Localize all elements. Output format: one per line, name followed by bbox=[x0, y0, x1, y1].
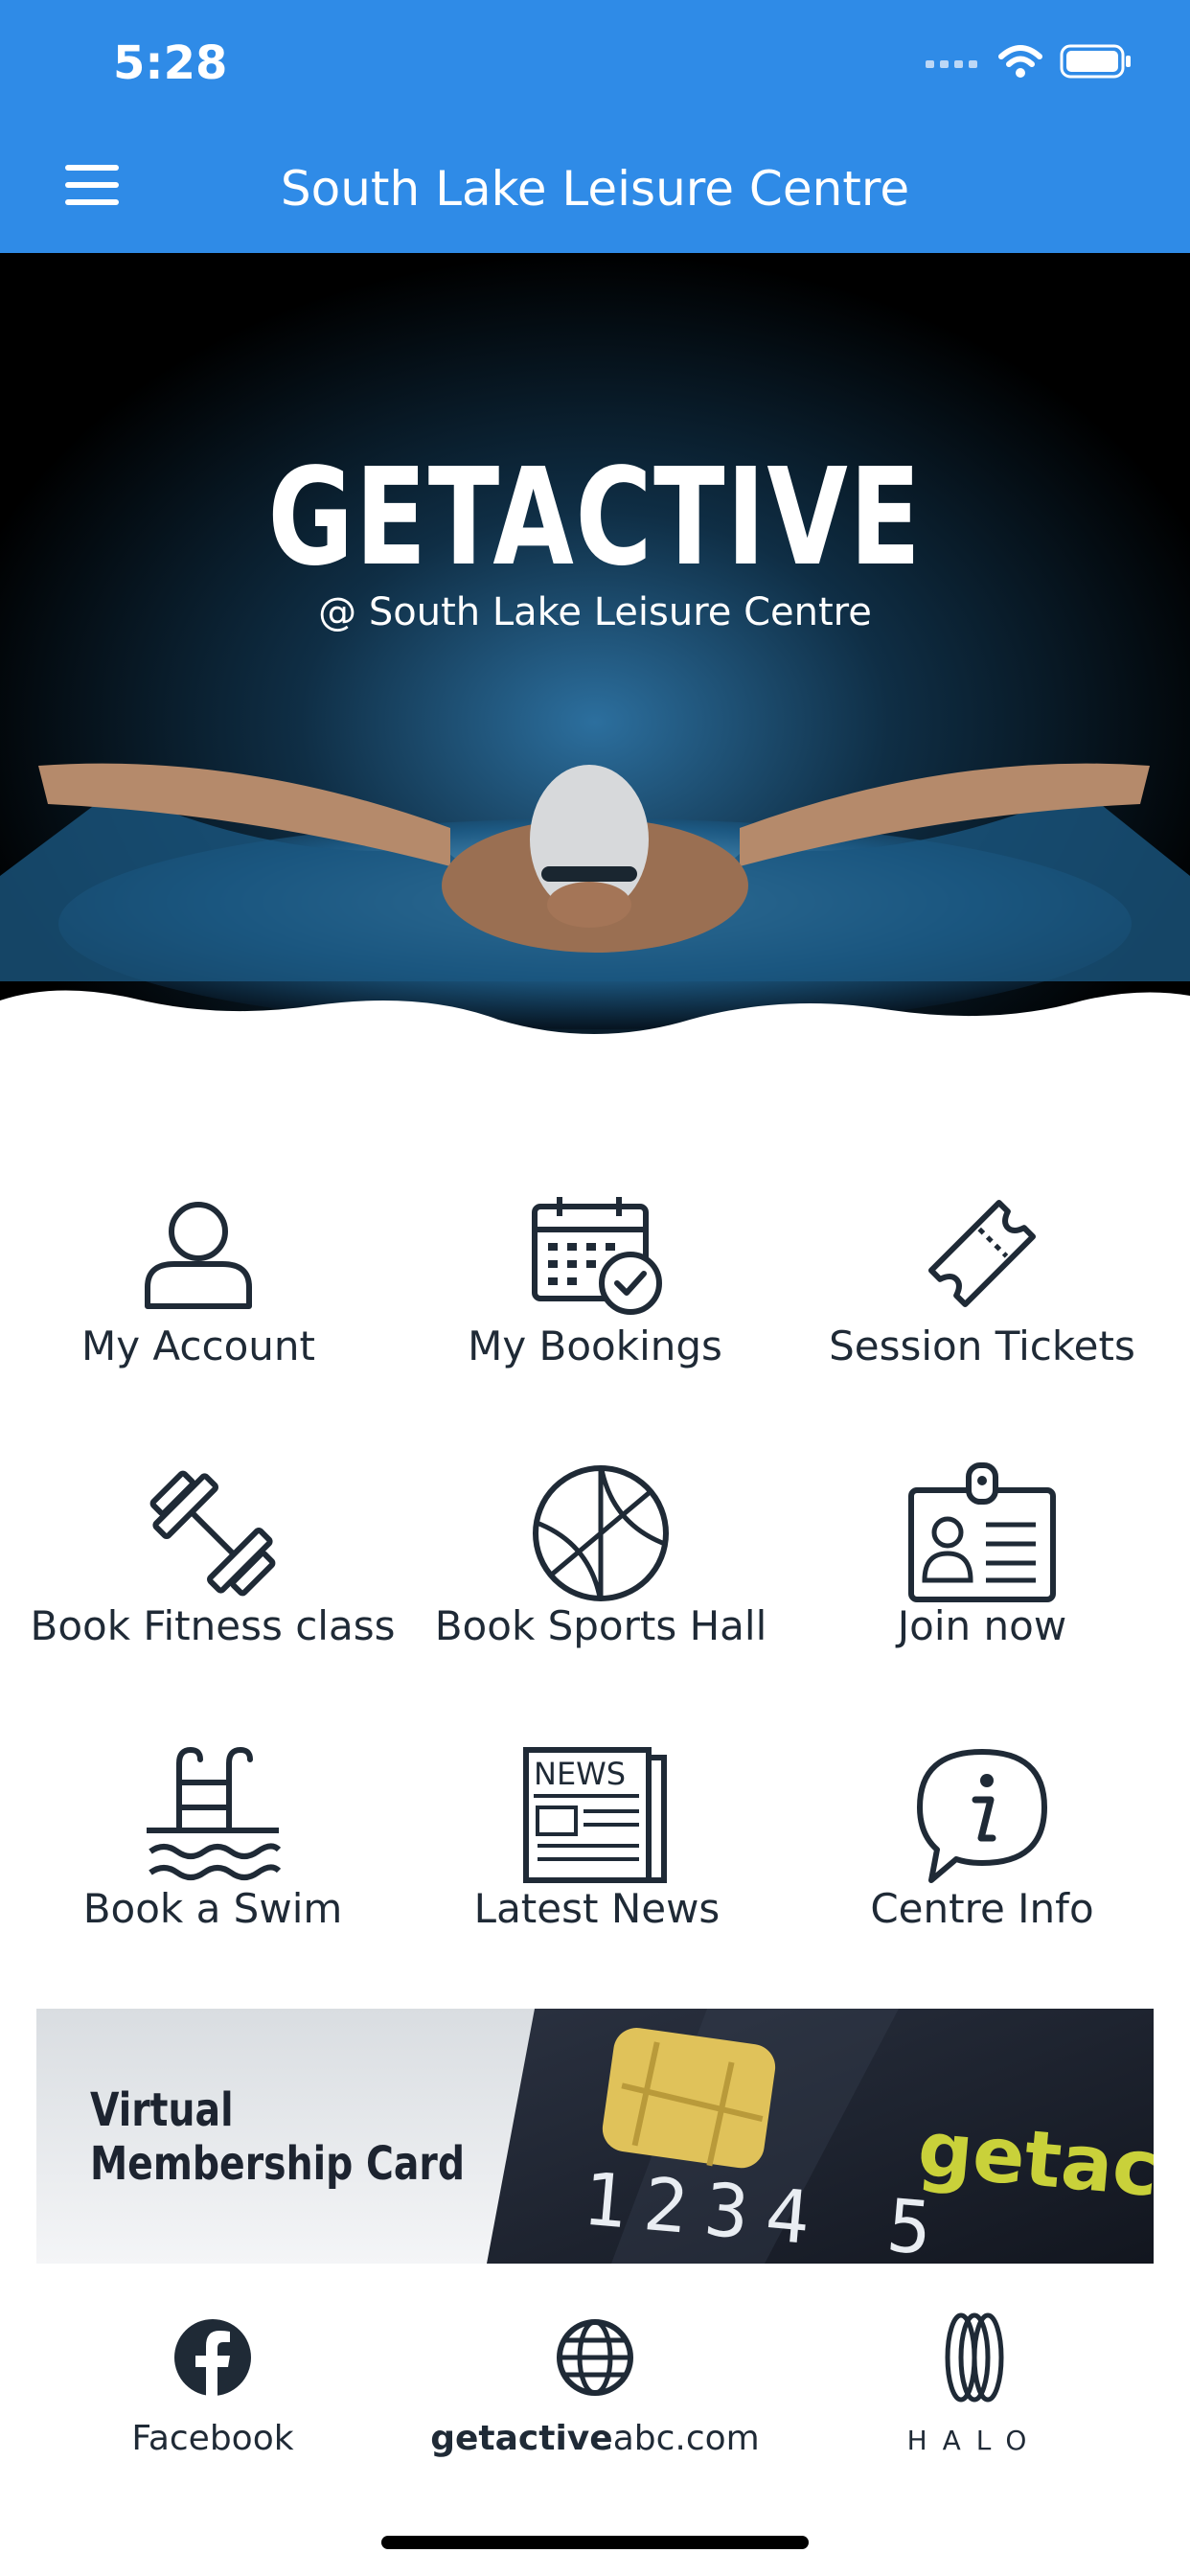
halo-label: HALO bbox=[906, 2425, 1042, 2456]
tile-join-now[interactable]: Join now bbox=[784, 1457, 1180, 1744]
tile-label: Book Sports Hall bbox=[434, 1602, 767, 1649]
membership-card-title: Virtual Membership Card bbox=[90, 2083, 465, 2191]
info-bubble-icon bbox=[917, 1749, 1047, 1883]
tile-book-sports-hall[interactable]: Book Sports Hall bbox=[402, 1457, 799, 1744]
app-title: South Lake Leisure Centre bbox=[280, 161, 910, 217]
tile-book-fitness-class[interactable]: Book Fitness class bbox=[14, 1457, 411, 1744]
id-badge-icon bbox=[908, 1462, 1056, 1602]
status-bar: 5:28 bbox=[0, 0, 1190, 126]
virtual-membership-card-banner[interactable]: Virtual Membership Card 1234 5 getact bbox=[36, 2009, 1154, 2264]
hero-title: GETACTIVE bbox=[267, 440, 923, 596]
facebook-icon bbox=[174, 2319, 251, 2398]
facebook-label: Facebook bbox=[131, 2419, 294, 2458]
website-label-rest: abc.com bbox=[612, 2419, 760, 2458]
membership-title-line2: Membership Card bbox=[90, 2137, 466, 2191]
status-icons bbox=[926, 42, 1133, 80]
tile-session-tickets[interactable]: Session Tickets bbox=[784, 1177, 1180, 1464]
tile-book-a-swim[interactable]: Book a Swim bbox=[14, 1739, 411, 2027]
wifi-icon bbox=[998, 45, 1042, 78]
tile-label: Centre Info bbox=[870, 1885, 1094, 1932]
app-bar: South Lake Leisure Centre bbox=[0, 126, 1190, 253]
website-link[interactable]: getactiveabc.com bbox=[397, 2310, 793, 2463]
website-label: getactiveabc.com bbox=[397, 2419, 793, 2458]
status-time: 5:28 bbox=[113, 36, 228, 90]
tile-centre-info[interactable]: Centre Info bbox=[784, 1739, 1180, 2027]
newspaper-icon: NEWS bbox=[523, 1747, 667, 1883]
pool-ladder-icon bbox=[147, 1746, 282, 1880]
tile-label: Book Fitness class bbox=[30, 1602, 396, 1649]
tile-label: My Account bbox=[80, 1322, 316, 1369]
cellular-signal-icon bbox=[926, 60, 977, 68]
halo-logo-icon bbox=[945, 2312, 1004, 2403]
ticket-icon bbox=[927, 1199, 1037, 1308]
globe-icon bbox=[557, 2319, 633, 2396]
facebook-link[interactable]: Facebook bbox=[14, 2310, 411, 2463]
tile-my-account[interactable]: My Account bbox=[0, 1177, 397, 1464]
battery-icon bbox=[1060, 44, 1131, 79]
svg-text:NEWS: NEWS bbox=[534, 1756, 626, 1792]
home-indicator[interactable] bbox=[381, 2536, 809, 2549]
user-icon bbox=[145, 1202, 252, 1309]
tile-label: Join now bbox=[897, 1602, 1067, 1649]
dumbbell-icon bbox=[149, 1470, 276, 1597]
tile-label: My Bookings bbox=[468, 1322, 722, 1369]
swimmer-image bbox=[0, 253, 1190, 1106]
basketball-icon bbox=[533, 1465, 669, 1601]
tile-label: Latest News bbox=[473, 1885, 721, 1932]
tile-latest-news[interactable]: NEWS Latest News bbox=[399, 1739, 795, 2027]
website-label-bold: getactive bbox=[430, 2419, 613, 2458]
hero-subtitle: @ South Lake Leisure Centre bbox=[318, 590, 872, 634]
tile-my-bookings[interactable]: My Bookings bbox=[397, 1177, 793, 1464]
calendar-check-icon bbox=[532, 1197, 662, 1315]
halo-link[interactable]: HALO bbox=[776, 2310, 1173, 2463]
hero-banner: GETACTIVE @ South Lake Leisure Centre bbox=[0, 253, 1190, 1106]
tile-label: Session Tickets bbox=[829, 1322, 1135, 1369]
tile-label: Book a Swim bbox=[82, 1885, 343, 1932]
membership-title-line1: Virtual bbox=[90, 2083, 234, 2137]
